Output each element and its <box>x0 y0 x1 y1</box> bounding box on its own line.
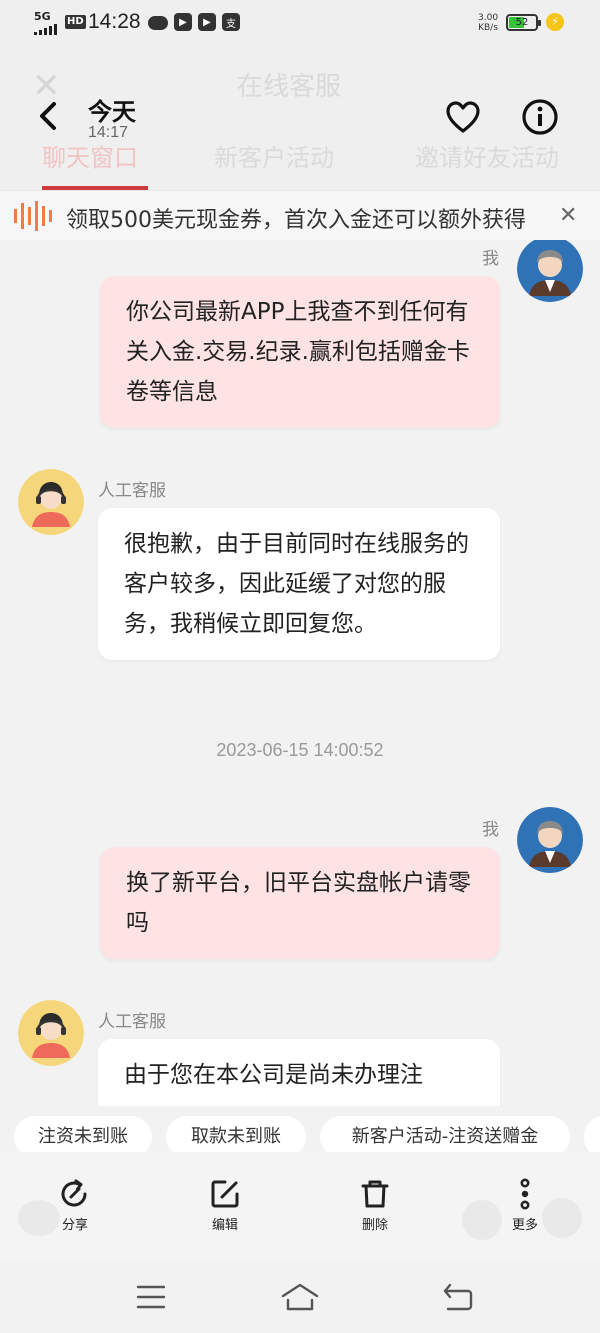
action-bar: 分享 编辑 删除 更多 <box>0 1152 600 1260</box>
agent-avatar-icon <box>18 469 84 535</box>
menu-icon <box>136 1285 166 1309</box>
quick-reply-chip[interactable]: 注资未到账 <box>14 1116 152 1154</box>
delete-button[interactable]: 删除 <box>340 1178 410 1233</box>
banner-text: 领取500美元现金券，首次入金还可以额外获得 <box>66 208 526 233</box>
sender-name: 人工客服 <box>98 1012 166 1032</box>
quick-replies: 注资未到账 取款未到账 新客户活动-注资送赠金 <box>0 1110 600 1154</box>
user-avatar-icon <box>517 807 583 873</box>
message-bubble-me[interactable]: 你公司最新APP上我查不到任何有关入金.交易.纪录.赢利包括赠金卡卷等信息 <box>100 276 500 428</box>
quick-reply-chip[interactable] <box>584 1116 600 1154</box>
edit-label: 编辑 <box>211 1218 238 1233</box>
heart-icon <box>446 101 480 133</box>
delete-label: 删除 <box>361 1218 388 1233</box>
close-banner-button[interactable]: ✕ <box>559 203 577 228</box>
play-icon: ▶ <box>174 13 192 31</box>
hd-badge: HD <box>65 15 86 29</box>
sender-name: 我 <box>482 820 499 840</box>
notification-icons: ▶ ▶ 支 <box>148 13 240 31</box>
favorite-button[interactable] <box>445 100 481 134</box>
quick-reply-chip[interactable]: 新客户活动-注资送赠金 <box>320 1116 570 1154</box>
message-bubble-agent[interactable]: 由于您在本公司是尚未办理注 <box>98 1039 500 1106</box>
edit-button[interactable]: 编辑 <box>190 1178 260 1233</box>
agent-avatar-icon <box>18 1000 84 1066</box>
sender-name: 人工客服 <box>98 481 166 501</box>
cloud-icon <box>148 16 168 30</box>
back-icon <box>443 1283 473 1311</box>
sound-wave-icon <box>14 201 52 231</box>
more-label: 更多 <box>511 1218 538 1233</box>
system-nav-bar <box>0 1260 600 1333</box>
tab-chat[interactable]: 聊天窗口 <box>42 138 138 173</box>
avatar[interactable] <box>517 807 583 873</box>
menu-button[interactable] <box>135 1282 167 1316</box>
tab-invite-friends[interactable]: 邀请好友活动 <box>415 138 559 173</box>
message-timestamp: 2023-06-15 14:00:52 <box>216 740 384 760</box>
avatar[interactable] <box>18 1000 84 1066</box>
message-bubble-me[interactable]: 换了新平台，旧平台实盘帐户请零吗 <box>100 847 500 959</box>
avatar[interactable] <box>517 240 583 302</box>
share-icon <box>61 1179 87 1207</box>
status-bar: 5G HD 14:28 ▶ ▶ 支 3.00 KB/s 52 ⚡ <box>0 0 600 48</box>
page-title: 在线客服 <box>237 72 342 102</box>
signal-icon <box>34 24 57 35</box>
play-icon: ▶ <box>198 13 216 31</box>
announcement-banner[interactable]: 领取500美元现金券，首次入金还可以额外获得 ✕ <box>0 190 600 240</box>
edit-icon <box>211 1180 239 1208</box>
info-button[interactable] <box>521 98 559 136</box>
home-button[interactable] <box>280 1282 320 1316</box>
charging-icon: ⚡ <box>546 13 564 31</box>
more-icon <box>520 1178 530 1210</box>
share-label: 分享 <box>61 1218 88 1233</box>
battery-level: 52 <box>515 17 529 28</box>
chat-messages[interactable]: 我 你公司最新APP上我查不到任何有关入金.交易.纪录.赢利包括赠金卡卷等信息 … <box>0 240 600 1106</box>
network-speed: 3.00 KB/s <box>478 13 499 33</box>
battery-icon: 52 <box>506 14 541 31</box>
user-avatar-icon <box>517 240 583 302</box>
more-button[interactable]: 更多 <box>490 1178 560 1233</box>
share-button[interactable]: 分享 <box>40 1178 110 1233</box>
status-time: 14:28 <box>88 10 141 33</box>
trash-icon <box>361 1180 389 1208</box>
network-type: 5G <box>34 10 51 23</box>
info-icon <box>522 99 558 135</box>
alipay-icon: 支 <box>222 13 240 31</box>
conversation-time: 14:17 <box>88 124 129 141</box>
message-bubble-agent[interactable]: 很抱歉，由于目前同时在线服务的客户较多，因此延缓了对您的服务，我稍候立即回复您。 <box>98 508 500 660</box>
back-arrow-icon <box>40 102 56 130</box>
home-icon <box>281 1283 319 1311</box>
conversation-title: 今天 <box>88 98 136 126</box>
back-button[interactable] <box>34 98 66 134</box>
header: ✕ 在线客服 聊天窗口 新客户活动 邀请好友活动 今天 14:17 <box>0 48 600 190</box>
back-nav-button[interactable] <box>442 1282 474 1316</box>
quick-reply-chip[interactable]: 取款未到账 <box>166 1116 306 1154</box>
sender-name: 我 <box>482 249 499 269</box>
tab-new-customer[interactable]: 新客户活动 <box>214 138 334 173</box>
avatar[interactable] <box>18 469 84 535</box>
